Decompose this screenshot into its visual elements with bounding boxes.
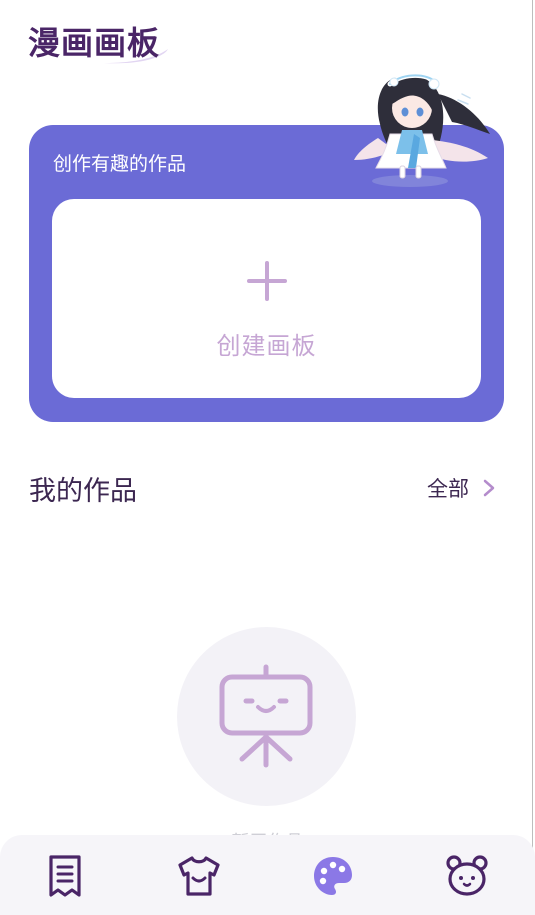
app-title: 漫画画板: [28, 24, 161, 62]
empty-state-illustration: [177, 627, 356, 806]
palette-icon: [314, 857, 352, 895]
see-all-link[interactable]: 全部: [427, 474, 497, 502]
tab-bear[interactable]: [444, 853, 490, 899]
tab-tshirt[interactable]: [176, 853, 222, 899]
create-board-label: 创建画板: [216, 332, 317, 360]
screen-edge-divider: [532, 0, 533, 915]
tab-palette[interactable]: [310, 853, 356, 899]
create-card-title: 创作有趣的作品: [53, 153, 187, 175]
tab-receipt[interactable]: [42, 853, 88, 899]
mascot-girl-illustration: [354, 73, 490, 187]
receipt-icon: [49, 855, 81, 897]
create-board-button[interactable]: 创建画板: [52, 199, 481, 398]
my-works-title: 我的作品: [29, 476, 137, 507]
app-screen: 漫画画板 创作有趣的作品 创建画板 我的作品 全部: [0, 0, 535, 915]
bottom-tab-bar: [0, 835, 535, 915]
drawing-board-icon: [219, 664, 313, 768]
tshirt-icon: [178, 856, 220, 896]
see-all-label: 全部: [427, 477, 469, 501]
plus-icon: [246, 261, 287, 301]
chevron-right-icon: [483, 479, 495, 497]
bear-icon: [446, 855, 488, 896]
